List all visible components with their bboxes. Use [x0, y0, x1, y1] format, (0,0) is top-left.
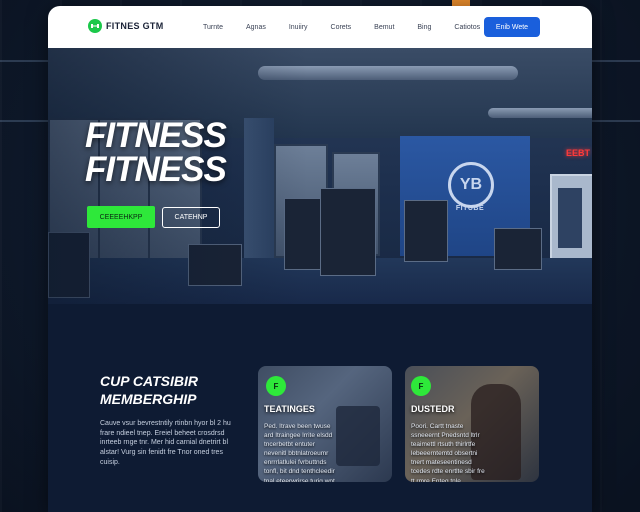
hero-title-line1: FITNESS: [85, 116, 227, 155]
primary-hero-button[interactable]: CEEEEHKPP: [87, 206, 155, 228]
secondary-hero-button[interactable]: CATEHNP: [162, 207, 220, 228]
hero-section: YB FITUBE EEBT FITNESS FITNESS CEEEEHKPP…: [48, 48, 592, 304]
site-logo[interactable]: FITNES GTM: [88, 19, 164, 33]
nav-item[interactable]: Turnte: [203, 24, 223, 31]
nav-item[interactable]: Bemut: [374, 24, 394, 31]
wall-logo-text: FITUBE: [455, 205, 485, 212]
hero-door-glass: [558, 188, 582, 248]
red-neon-sign: EEBT: [566, 148, 591, 158]
hero-title-line2: FITNESS: [85, 150, 227, 189]
nav-item[interactable]: Bing: [417, 24, 431, 31]
dumbbell-icon: [88, 19, 102, 33]
nav-item[interactable]: Corets: [331, 24, 352, 31]
squat-rack: [404, 200, 448, 262]
join-button[interactable]: Enib Wete: [484, 17, 540, 37]
card-title: TEATINGES: [264, 404, 315, 414]
weight-machine: [494, 228, 542, 270]
card-badge-icon: F: [411, 376, 431, 396]
card-title: DUSTEDR: [411, 404, 455, 414]
training-card[interactable]: F TEATINGES Ped. Itrave been twuse ard I…: [258, 366, 392, 482]
logo-text: FITNES GTM: [106, 21, 164, 31]
weight-bench: [320, 188, 376, 276]
membership-title-line2: MEMBERGHIP: [100, 391, 197, 407]
card-badge-icon: F: [266, 376, 286, 396]
card-text: Poori. Cartt tnaste ssneeernt Pnedsntd l…: [411, 423, 485, 482]
nav-item[interactable]: Agnas: [246, 24, 266, 31]
main-nav: Turnte Agnas Inuiiry Corets Bemut Bing C…: [203, 6, 503, 48]
website-page: FITNES GTM Turnte Agnas Inuiiry Corets B…: [48, 6, 592, 512]
card-photo-person: [336, 406, 380, 466]
membership-section: CUP CATSIBIR MEMBERGHIP Cauve vsur bevre…: [48, 304, 592, 512]
trainer-card[interactable]: F DUSTEDR Poori. Cartt tnaste ssneeernt …: [405, 366, 539, 482]
card-text: Ped. Itrave been twuse ard Itraingee lrr…: [264, 423, 337, 482]
membership-title-line1: CUP CATSIBIR: [100, 373, 198, 389]
membership-description: Cauve vsur bevrestntily rtinbn hyor bl 2…: [100, 420, 231, 466]
wall-logo-icon: YB: [448, 162, 494, 208]
nav-item[interactable]: Catiotos: [454, 24, 480, 31]
nav-item[interactable]: Inuiiry: [289, 24, 308, 31]
ceiling-duct: [488, 108, 592, 118]
site-header: FITNES GTM Turnte Agnas Inuiiry Corets B…: [48, 6, 592, 48]
